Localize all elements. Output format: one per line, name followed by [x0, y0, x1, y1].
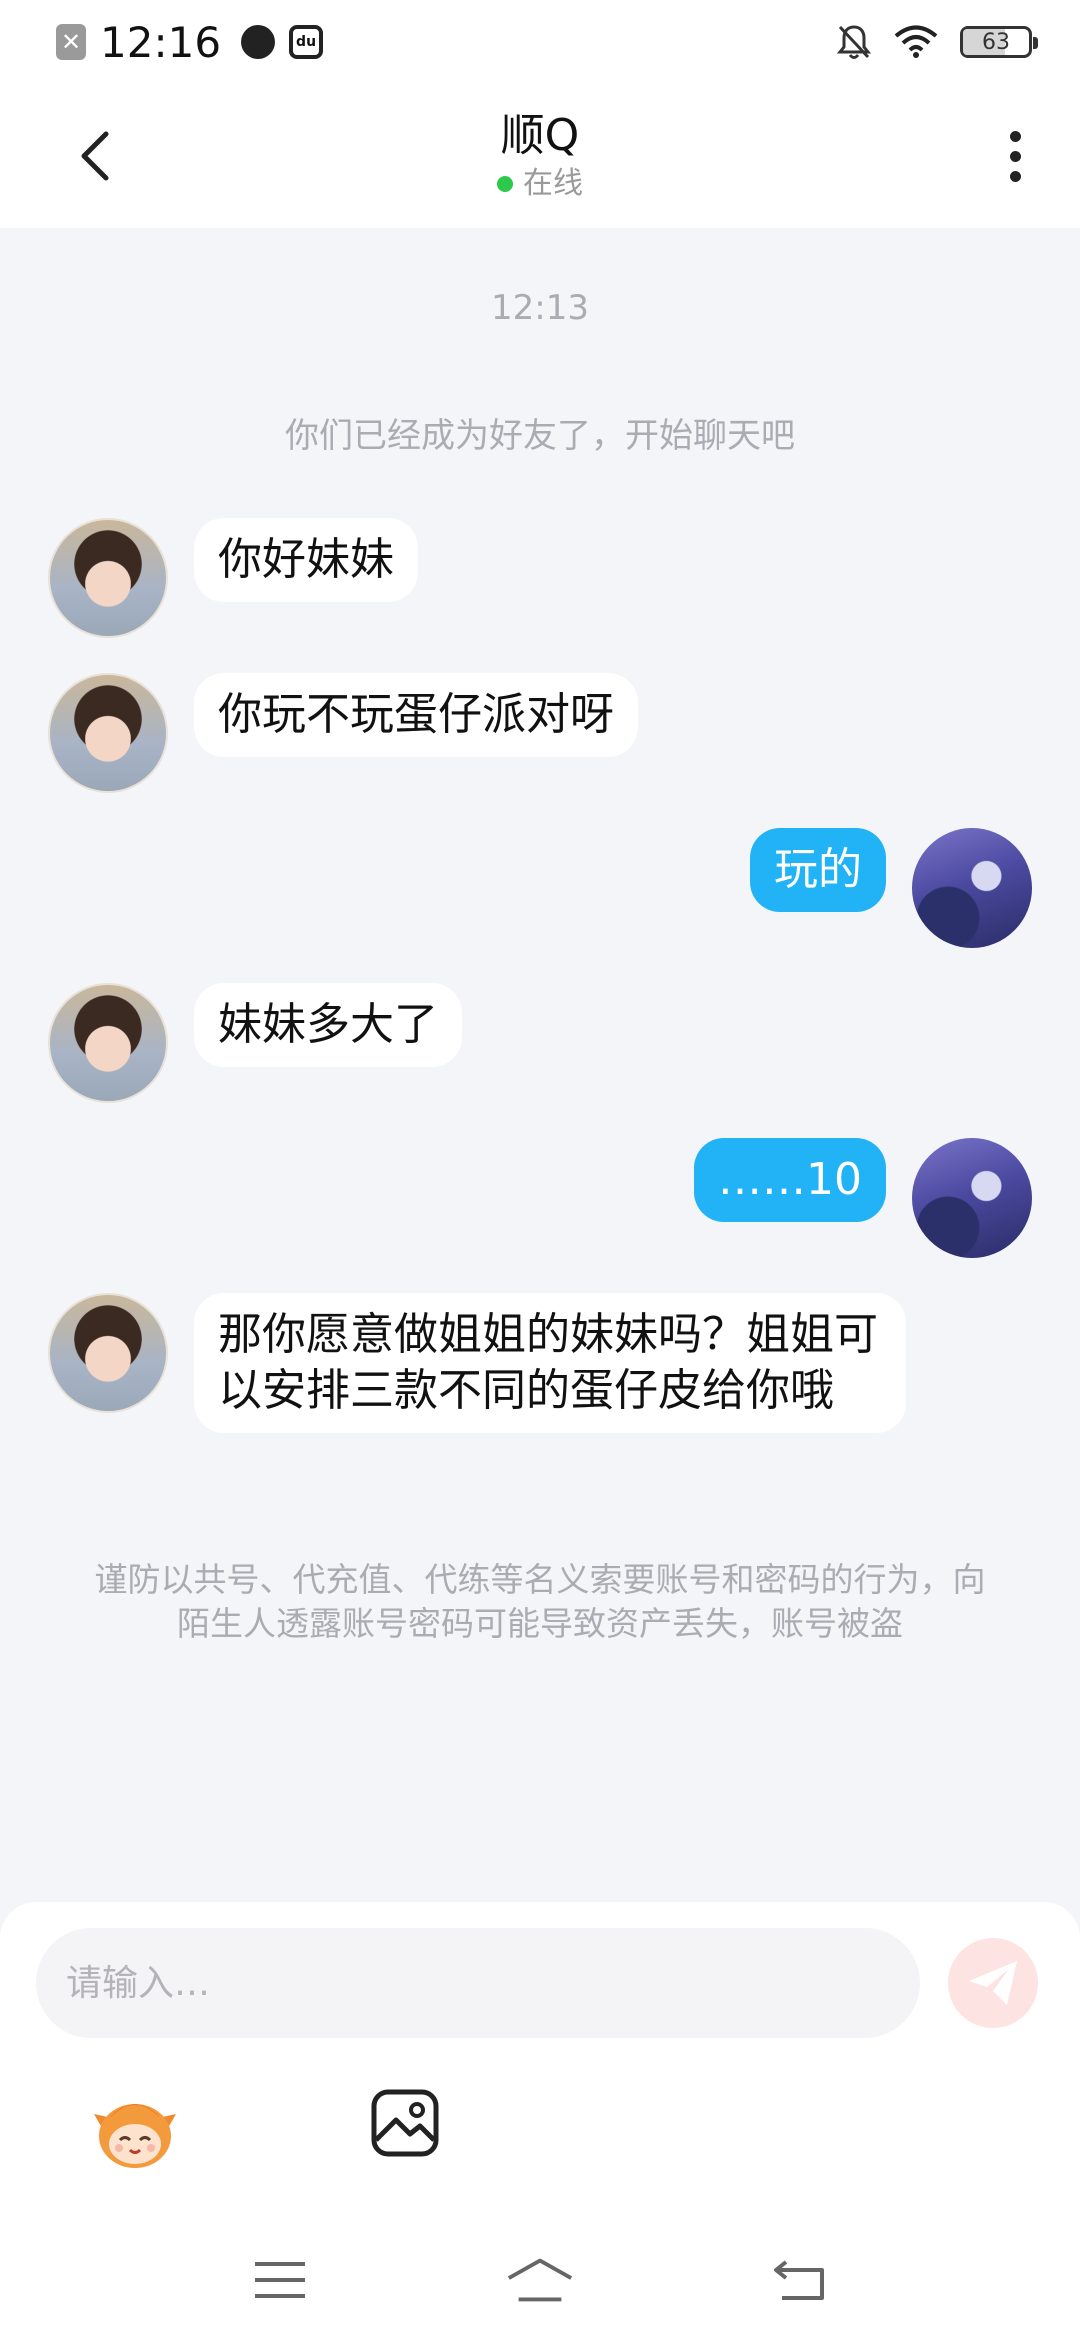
chevron-left-icon [81, 131, 109, 181]
contact-avatar[interactable] [48, 983, 168, 1103]
online-status-label: 在线 [523, 166, 583, 201]
sticker-button[interactable] [92, 2088, 178, 2174]
message-row-me: 玩的 [750, 828, 1032, 948]
status-time: 12:16 [100, 17, 222, 67]
security-warning: 谨防以共号、代充值、代练等名义索要账号和密码的行为，向陌生人透露账号密码可能导致… [94, 1560, 986, 1643]
contact-name: 顺Q [500, 110, 580, 161]
image-picker-button[interactable] [370, 2088, 440, 2158]
message-row-other: 妹妹多大了 [48, 983, 462, 1103]
online-status: 在线 [497, 164, 583, 204]
du-app-icon: du [289, 25, 324, 59]
menu-nav-button[interactable] [245, 2250, 315, 2310]
close-box-icon: ✕ [56, 24, 86, 60]
status-bar: ✕ 12:16 du 63 [0, 0, 1080, 84]
back-arrow-icon [774, 2260, 824, 2300]
my-avatar[interactable] [912, 1138, 1032, 1258]
message-row-other: 你玩不玩蛋仔派对呀 [48, 673, 638, 793]
home-nav-button[interactable] [505, 2250, 575, 2310]
system-tip: 你们已经成为好友了，开始聊天吧 [285, 416, 795, 456]
my-avatar[interactable] [912, 828, 1032, 948]
message-bubble-me[interactable]: ……10 [694, 1138, 886, 1222]
back-nav-button[interactable] [765, 2250, 835, 2310]
back-button[interactable] [70, 126, 120, 186]
more-dot-icon [1009, 150, 1021, 162]
eggy-sticker-icon [94, 2104, 176, 2168]
message-row-other: 那你愿意做姐姐的妹妹吗？姐姐可以安排三款不同的蛋仔皮给你哦 [48, 1293, 906, 1433]
message-row-me: ……10 [694, 1138, 1032, 1258]
more-dot-icon [1009, 170, 1021, 182]
system-nav-bar [0, 2220, 1080, 2340]
message-bubble-other[interactable]: 你好妹妹 [194, 518, 418, 602]
send-icon [969, 1961, 1017, 2005]
image-icon [371, 2089, 439, 2157]
chat-header: 顺Q 在线 [0, 84, 1080, 228]
message-row-other: 你好妹妹 [48, 518, 418, 638]
battery-icon: 63 [960, 26, 1038, 58]
contact-avatar[interactable] [48, 1293, 168, 1413]
message-bubble-other[interactable]: 妹妹多大了 [194, 983, 462, 1067]
contact-avatar[interactable] [48, 673, 168, 793]
wifi-icon [894, 25, 938, 58]
send-button[interactable] [948, 1938, 1038, 2028]
message-bubble-other[interactable]: 那你愿意做姐姐的妹妹吗？姐姐可以安排三款不同的蛋仔皮给你哦 [194, 1293, 906, 1433]
battery-level: 63 [982, 29, 1010, 55]
menu-icon [255, 2262, 305, 2298]
more-dot-icon [1009, 130, 1021, 142]
message-bubble-other[interactable]: 你玩不玩蛋仔派对呀 [194, 673, 638, 757]
bell-muted-icon [836, 25, 872, 59]
message-timestamp: 12:13 [491, 288, 589, 328]
speedometer-icon [241, 25, 276, 59]
home-icon [507, 2258, 573, 2302]
more-options-button[interactable] [990, 126, 1040, 186]
online-dot-icon [497, 176, 513, 192]
contact-avatar[interactable] [48, 518, 168, 638]
message-bubble-me[interactable]: 玩的 [750, 828, 886, 912]
message-input[interactable] [36, 1928, 920, 2038]
